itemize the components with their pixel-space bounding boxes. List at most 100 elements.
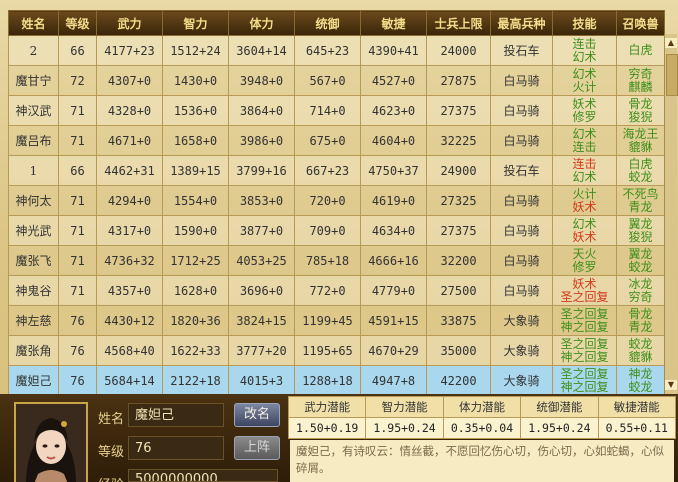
cell-soldiers: 24900 <box>426 155 491 186</box>
cell-intel: 1389+15 <box>162 155 229 186</box>
triangle-up-icon[interactable]: ▲ <box>665 38 677 48</box>
scroll-thumb[interactable] <box>666 54 678 96</box>
cell-soldiers: 35000 <box>426 335 491 366</box>
cell-power: 4462+31 <box>96 155 163 186</box>
deploy-button[interactable]: 上阵 <box>234 436 280 460</box>
cell-troop: 投石车 <box>490 35 553 66</box>
cell-skills: 圣之回复 神之回复 <box>552 335 617 366</box>
cell-soldiers: 32200 <box>426 245 491 276</box>
cell-agility: 4750+37 <box>360 155 427 186</box>
col-header-beasts[interactable]: 召唤兽 <box>616 10 665 36</box>
table-row[interactable]: 2 66 4177+23 1512+24 3604+14 645+23 4390+41 240… <box>8 35 665 66</box>
col-header-command[interactable]: 统御 <box>294 10 361 36</box>
cell-soldiers: 32225 <box>426 125 491 156</box>
table-row[interactable]: 神鬼谷 71 4357+0 1628+0 3696+0 772+0 4779+0 27500 白… <box>8 275 665 306</box>
level-field: 76 <box>128 436 224 460</box>
col-header-name[interactable]: 姓名 <box>8 10 59 36</box>
beast-name: 翼龙 <box>628 246 653 261</box>
table-row[interactable]: 神左慈 76 4430+12 1820+36 3824+15 1199+45 4591+15… <box>8 305 665 336</box>
table-row[interactable]: 神何太 71 4294+0 1554+0 3853+0 720+0 4619+0 27325 白… <box>8 185 665 216</box>
cell-intel: 1628+0 <box>162 275 229 306</box>
cell-command: 645+23 <box>294 35 361 66</box>
skill-name: 天火 <box>572 246 597 261</box>
table-row[interactable]: 魔张飞 71 4736+32 1712+25 4053+25 785+18 4666+16 3… <box>8 245 665 276</box>
cell-power: 4671+0 <box>96 125 163 156</box>
skill-name: 妖术 <box>572 229 597 244</box>
col-header-agility[interactable]: 敏捷 <box>360 10 427 36</box>
cell-stamina: 3799+16 <box>228 155 295 186</box>
cell-agility: 4527+0 <box>360 65 427 96</box>
cell-stamina: 3777+20 <box>228 335 295 366</box>
cell-intel: 1590+0 <box>162 215 229 246</box>
cell-agility: 4604+0 <box>360 125 427 156</box>
cell-skills: 连击 幻术 <box>552 35 617 66</box>
cell-command: 675+0 <box>294 125 361 156</box>
cell-stamina: 3948+0 <box>228 65 295 96</box>
cell-soldiers: 27375 <box>426 215 491 246</box>
cell-intel: 2122+18 <box>162 365 229 396</box>
table-row[interactable]: 神光武 71 4317+0 1590+0 3877+0 709+0 4634+0 27375 白… <box>8 215 665 246</box>
cell-name: 魔张飞 <box>8 245 59 276</box>
generals-table: 姓名 等级 武力 智力 体力 统御 敏捷 士兵上限 最高兵种 技能 召唤兽 26… <box>8 10 665 396</box>
triangle-down-icon[interactable]: ▼ <box>665 380 677 390</box>
beast-name: 白虎 <box>628 43 653 57</box>
cell-beasts: 穷奇 麒麟 <box>616 65 665 96</box>
beast-name: 蛟龙 <box>628 169 653 184</box>
cell-power: 4294+0 <box>96 185 163 216</box>
potential-header-intel: 智力潜能 <box>365 396 444 418</box>
rename-button[interactable]: 改名 <box>234 403 280 427</box>
table-row[interactable]: 神汉武 71 4328+0 1536+0 3864+0 714+0 4623+0 27375 白… <box>8 95 665 126</box>
cell-troop: 大象骑 <box>490 335 553 366</box>
col-header-level[interactable]: 等级 <box>58 10 97 36</box>
table-row[interactable]: 魔吕布 71 4671+0 1658+0 3986+0 675+0 4604+0 32225 白… <box>8 125 665 156</box>
skill-name: 幻术 <box>572 216 597 231</box>
table-row[interactable]: 1 66 4462+31 1389+15 3799+16 667+23 4750+37 249… <box>8 155 665 186</box>
skill-name: 神之回复 <box>560 319 609 334</box>
beast-name: 蛟龙 <box>628 379 653 394</box>
cell-beasts: 白虎 <box>616 35 665 66</box>
cell-command: 1195+65 <box>294 335 361 366</box>
beast-name: 蛟龙 <box>628 336 653 351</box>
cell-skills: 火计 妖术 <box>552 185 617 216</box>
cell-agility: 4623+0 <box>360 95 427 126</box>
cell-beasts: 海龙王 貔貅 <box>616 125 665 156</box>
table-row[interactable]: 魔甘宁 72 4307+0 1430+0 3948+0 567+0 4527+0 27875 白… <box>8 65 665 96</box>
cell-skills: 妖术 修罗 <box>552 95 617 126</box>
cell-beasts: 白虎 蛟龙 <box>616 155 665 186</box>
cell-stamina: 3853+0 <box>228 185 295 216</box>
potential-value-intel: 1.95+0.24 <box>365 417 444 439</box>
table-scrollbar[interactable]: ▲ ▼ <box>664 34 678 394</box>
cell-soldiers: 33875 <box>426 305 491 336</box>
col-header-skills[interactable]: 技能 <box>552 10 617 36</box>
skill-name: 幻术 <box>572 49 597 64</box>
cell-level: 72 <box>58 65 97 96</box>
skill-name: 修罗 <box>572 259 597 274</box>
cell-soldiers: 27325 <box>426 185 491 216</box>
col-header-troop[interactable]: 最高兵种 <box>490 10 553 36</box>
cell-power: 4177+23 <box>96 35 163 66</box>
cell-level: 76 <box>58 365 97 396</box>
col-header-stamina[interactable]: 体力 <box>228 10 295 36</box>
col-header-soldiers[interactable]: 士兵上限 <box>426 10 491 36</box>
beast-name: 神龙 <box>628 366 653 381</box>
cell-skills: 连击 幻术 <box>552 155 617 186</box>
potential-header-agility: 敏捷潜能 <box>597 396 677 418</box>
skill-name: 火计 <box>572 186 597 201</box>
cell-skills: 圣之回复 神之回复 <box>552 365 617 396</box>
cell-name: 魔甘宁 <box>8 65 59 96</box>
cell-level: 71 <box>58 185 97 216</box>
name-field: 魔妲己 <box>128 403 224 427</box>
cell-command: 772+0 <box>294 275 361 306</box>
table-row[interactable]: 魔妲己 76 5684+14 2122+18 4015+3 1288+18 4947+8 42… <box>8 365 665 396</box>
cell-agility: 4947+8 <box>360 365 427 396</box>
table-row[interactable]: 魔张角 76 4568+40 1622+33 3777+20 1195+65 4670+29… <box>8 335 665 366</box>
cell-stamina: 3864+0 <box>228 95 295 126</box>
cell-agility: 4390+41 <box>360 35 427 66</box>
col-header-power[interactable]: 武力 <box>96 10 163 36</box>
cell-troop: 白马骑 <box>490 95 553 126</box>
cell-intel: 1512+24 <box>162 35 229 66</box>
cell-troop: 白马骑 <box>490 275 553 306</box>
col-header-intel[interactable]: 智力 <box>162 10 229 36</box>
skill-name: 连击 <box>572 156 597 171</box>
cell-power: 4568+40 <box>96 335 163 366</box>
